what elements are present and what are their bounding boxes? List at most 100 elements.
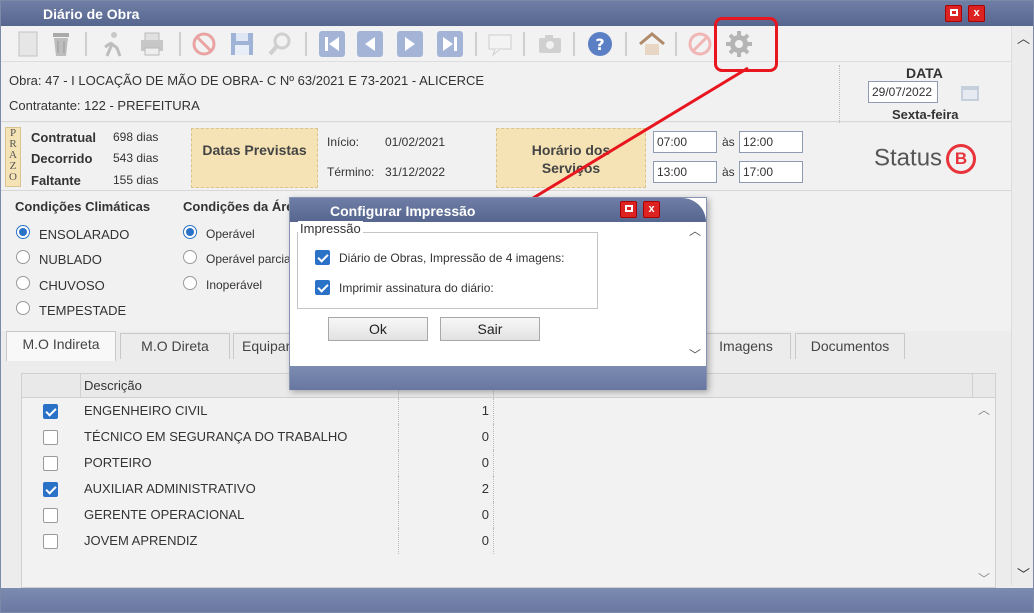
area-title: Condições da Áre — [183, 199, 294, 214]
grid-scroll-down-icon[interactable]: ﹀ — [978, 570, 990, 587]
opt-signature-checkbox[interactable] — [315, 280, 330, 295]
scroll-down-icon[interactable]: ﹀ — [1017, 564, 1030, 583]
status-bar — [1, 588, 1033, 612]
print-config-dialog: Configurar Impressão x Impressão Diário … — [289, 197, 707, 390]
dialog-maximize-button[interactable] — [620, 201, 637, 218]
last-record-icon[interactable] — [435, 29, 465, 59]
obra-label: Obra: 47 - I LOCAÇÃO DE MÃO DE OBRA- C N… — [9, 73, 485, 88]
printer-icon[interactable] — [137, 29, 167, 59]
row-checkbox[interactable] — [43, 404, 58, 419]
row-qty[interactable]: 0 — [398, 424, 494, 450]
sair-button[interactable]: Sair — [440, 317, 540, 341]
date-input[interactable]: 29/07/2022 — [868, 81, 938, 103]
save-icon[interactable] — [227, 29, 257, 59]
table-row[interactable]: JOVEM APRENDIZ 0 — [22, 528, 972, 554]
radio-label: Operável parcia — [206, 252, 291, 266]
opt-4-images-label: Diário de Obras, Impressão de 4 imagens: — [339, 251, 565, 265]
weekday-label: Sexta-feira — [892, 107, 959, 122]
prazo-letter: O — [9, 171, 17, 183]
radio-chuvoso[interactable] — [16, 276, 30, 290]
radio-ensolarado[interactable] — [16, 225, 30, 239]
grid-header-descricao: Descrição — [84, 378, 142, 393]
trash-icon[interactable] — [46, 29, 76, 59]
dialog-title-bar: Configurar Impressão x — [290, 198, 706, 222]
row-checkbox[interactable] — [43, 456, 58, 471]
table-row[interactable]: GERENTE OPERACIONAL 0 — [22, 502, 972, 528]
row-desc: JOVEM APRENDIZ — [84, 533, 198, 548]
tab-equipamentos[interactable]: Equipar — [233, 333, 293, 359]
toolbar: ? — [1, 26, 1011, 62]
annotation-arrow — [509, 66, 749, 214]
decorrido-value: 543 dias — [113, 151, 159, 165]
contratante-label: Contratante: 122 - PREFEITURA — [9, 98, 200, 113]
row-qty[interactable]: 0 — [398, 450, 494, 476]
worker-icon[interactable] — [97, 29, 127, 59]
radio-tempestade[interactable] — [16, 301, 30, 315]
camera-icon[interactable] — [535, 29, 565, 59]
radio-operavel-parcial[interactable] — [183, 250, 197, 264]
previous-record-icon[interactable] — [355, 29, 385, 59]
radio-nublado[interactable] — [16, 250, 30, 264]
home-icon[interactable] — [637, 29, 667, 59]
impressao-legend: Impressão — [298, 221, 363, 236]
faltante-label: Faltante — [31, 173, 81, 188]
help-icon[interactable]: ? — [585, 29, 615, 59]
inicio-label: Início: — [327, 135, 360, 149]
dialog-title: Configurar Impressão — [330, 203, 476, 219]
table-row[interactable]: PORTEIRO 0 — [22, 450, 972, 476]
tab-imagens[interactable]: Imagens — [701, 333, 791, 359]
row-desc: AUXILIAR ADMINISTRATIVO — [84, 481, 256, 496]
radio-label: Operável — [206, 227, 255, 241]
first-record-icon[interactable] — [317, 29, 347, 59]
radio-inoperavel[interactable] — [183, 276, 197, 290]
status-logo: Status B — [874, 144, 977, 174]
scroll-up-icon[interactable]: ︿ — [1017, 28, 1030, 47]
grid-scroll-up-icon[interactable]: ︿ — [978, 401, 990, 418]
inicio-value: 01/02/2021 — [385, 135, 446, 149]
contratual-value: 698 dias — [113, 130, 159, 144]
tab-documentos[interactable]: Documentos — [795, 333, 905, 359]
close-button[interactable]: x — [968, 5, 985, 22]
termino-value: 31/12/2022 — [385, 165, 446, 179]
mo-indireta-grid: Descrição ENGENHEIRO CIVIL 1 TÉCNICO EM … — [21, 373, 996, 588]
dialog-footer — [290, 366, 706, 390]
radio-label: CHUVOSO — [39, 278, 105, 293]
row-qty[interactable]: 0 — [398, 502, 494, 528]
calendar-icon[interactable] — [960, 83, 980, 103]
vertical-scrollbar[interactable]: ︿ ﹀ — [1011, 26, 1033, 586]
row-checkbox[interactable] — [43, 534, 58, 549]
maximize-button[interactable] — [945, 5, 962, 22]
prazo-label: P R A Z O — [5, 127, 21, 187]
dialog-scroll-up-icon[interactable]: ︿ — [689, 222, 701, 239]
dialog-scroll-down-icon[interactable]: ﹀ — [689, 346, 701, 363]
row-checkbox[interactable] — [43, 508, 58, 523]
radio-label: TEMPESTADE — [39, 303, 127, 318]
opt-4-images-checkbox[interactable] — [315, 250, 330, 265]
date-box: DATA 29/07/2022 Sexta-feira — [839, 65, 1009, 123]
status-badge: B — [946, 144, 977, 174]
comment-icon[interactable] — [485, 29, 515, 59]
datas-previstas-label: Datas Previstas — [191, 128, 318, 188]
table-row[interactable]: ENGENHEIRO CIVIL 1 — [22, 398, 972, 424]
title-bar: Diário de Obra x — [1, 1, 1033, 26]
impressao-group — [297, 232, 598, 309]
search-icon[interactable] — [265, 29, 295, 59]
tab-mo-direta[interactable]: M.O Direta — [120, 333, 230, 359]
radio-operavel[interactable] — [183, 225, 197, 239]
table-row[interactable]: AUXILIAR ADMINISTRATIVO 2 — [22, 476, 972, 502]
block-icon[interactable] — [685, 29, 715, 59]
decorrido-label: Decorrido — [31, 151, 93, 166]
tab-mo-indireta[interactable]: M.O Indireta — [6, 331, 116, 361]
cancel-icon[interactable] — [189, 29, 219, 59]
table-row[interactable]: TÉCNICO EM SEGURANÇA DO TRABALHO 0 — [22, 424, 972, 450]
row-checkbox[interactable] — [43, 482, 58, 497]
next-record-icon[interactable] — [395, 29, 425, 59]
dialog-close-button[interactable]: x — [643, 201, 660, 218]
row-qty[interactable]: 0 — [398, 528, 494, 554]
opt-signature-label: Imprimir assinatura do diário: — [339, 281, 494, 295]
new-document-icon[interactable] — [13, 29, 43, 59]
row-qty[interactable]: 1 — [398, 398, 494, 424]
ok-button[interactable]: Ok — [328, 317, 428, 341]
row-qty[interactable]: 2 — [398, 476, 494, 502]
row-checkbox[interactable] — [43, 430, 58, 445]
